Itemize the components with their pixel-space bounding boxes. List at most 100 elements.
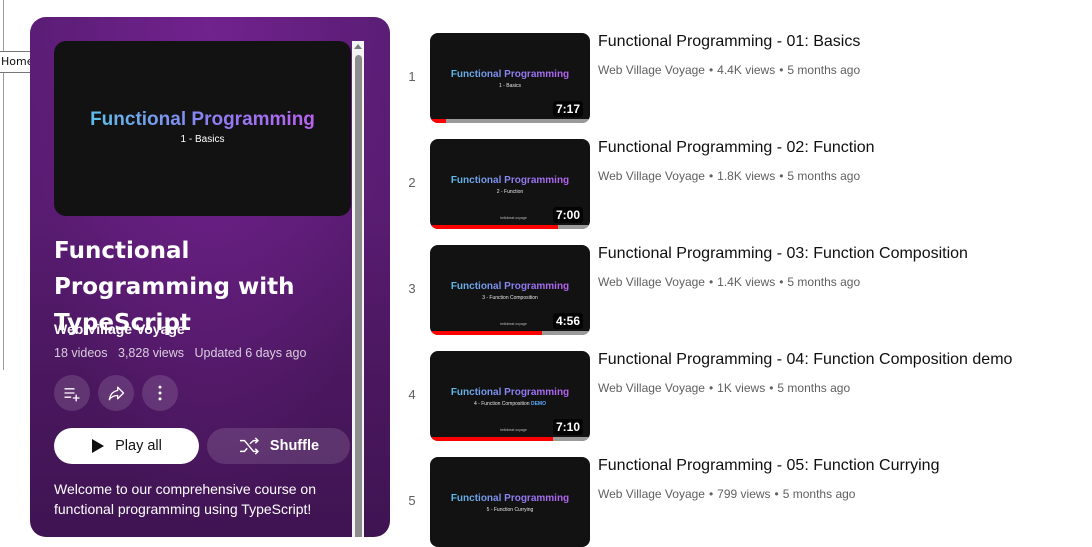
meta-separator: •	[708, 487, 714, 501]
thumbnail-subtitle-accent: DEMO	[530, 401, 546, 407]
video-thumbnail[interactable]: Functional Programming 5 - Function Curr…	[430, 457, 590, 547]
video-age: 5 months ago	[787, 169, 861, 183]
share-icon	[108, 386, 125, 401]
thumbnail-title: Functional Programming	[430, 281, 590, 292]
video-channel-link[interactable]: Web Village Voyage	[598, 63, 705, 77]
video-age: 5 months ago	[787, 275, 861, 289]
video-channel-link[interactable]: Web Village Voyage	[598, 381, 705, 395]
watch-progress-bar	[430, 119, 590, 123]
video-index: 1	[408, 69, 416, 84]
meta-separator: •	[779, 275, 784, 289]
video-meta: Web Village Voyage • 1.4K views • 5 months a…	[598, 275, 860, 289]
updated-date: Updated 6 days ago	[194, 346, 307, 360]
thumbnail-title: Functional Programming	[430, 387, 590, 398]
share-button[interactable]	[98, 375, 134, 411]
thumbnail-subtitle-text: 3 - Function Composition	[482, 295, 538, 301]
play-icon	[92, 439, 105, 453]
thumbnail-watermark: hellobeat-voyage	[500, 216, 527, 220]
thumbnail-subtitle-text: 2 - Function	[496, 189, 524, 195]
video-views: 1.4K views	[717, 275, 776, 289]
meta-separator: •	[769, 381, 774, 395]
play-all-button[interactable]: Play all	[54, 428, 199, 464]
thumbnail-title: Functional Programming	[430, 175, 590, 186]
more-options-button[interactable]	[142, 375, 178, 411]
thumbnail-subtitle: 5 - Function Currying	[430, 507, 590, 513]
video-meta: Web Village Voyage • 1K views • 5 months ago	[598, 381, 850, 395]
video-duration: 4:56	[552, 313, 583, 329]
video-count: 18 videos	[54, 346, 108, 360]
playlist-thumbnail[interactable]: Functional Programming 1 - Basics	[54, 41, 351, 216]
watch-progress-bar	[430, 437, 590, 441]
thumbnail-subtitle: 4 - Function Composition DEMO	[430, 401, 590, 407]
video-title[interactable]: Functional Programming - 03: Function Co…	[598, 245, 968, 263]
video-title[interactable]: Functional Programming - 04: Function Co…	[598, 351, 1012, 369]
playlist-video-item[interactable]: 4 Functional Programming 4 - Function Co…	[400, 351, 1080, 441]
video-views: 1.8K views	[717, 169, 776, 183]
video-thumbnail[interactable]: Functional Programming 3 - Function Comp…	[430, 245, 590, 335]
shuffle-button[interactable]: Shuffle	[207, 428, 350, 464]
watch-progress-fill	[430, 119, 446, 123]
video-index: 3	[408, 281, 416, 296]
meta-separator: •	[708, 381, 714, 395]
scrollbar-thumb[interactable]	[355, 55, 362, 537]
watch-progress-fill	[430, 225, 558, 229]
video-views: 4.4K views	[717, 63, 776, 77]
video-meta: Web Village Voyage • 799 views • 5 months ag…	[598, 487, 855, 501]
meta-separator: •	[708, 63, 714, 77]
video-channel-link[interactable]: Web Village Voyage	[598, 487, 705, 501]
video-views: 799 views	[717, 487, 771, 501]
playlist-video-item[interactable]: 2 Functional Programming 2 - Function he…	[400, 139, 1080, 229]
video-index: 4	[408, 387, 416, 402]
playlist-video-item[interactable]: 1 Functional Programming 1 - Basics 7:17…	[400, 33, 1080, 123]
video-thumbnail[interactable]: Functional Programming 4 - Function Comp…	[430, 351, 590, 441]
video-index: 2	[408, 175, 416, 190]
thumbnail-subtitle: 1 - Basics	[430, 83, 590, 89]
video-meta: Web Village Voyage • 1.8K views • 5 months a…	[598, 169, 860, 183]
playlist-stats: 18 videos 3,828 views Updated 6 days ago	[54, 346, 313, 360]
shuffle-icon	[239, 437, 259, 455]
video-title[interactable]: Functional Programming - 02: Function	[598, 139, 875, 157]
thumbnail-subtitle-text: 4 - Function Composition	[474, 401, 530, 407]
video-age: 5 months ago	[787, 63, 861, 77]
meta-separator: •	[779, 63, 784, 77]
playlist-channel-link[interactable]: Web Village Voyage	[54, 321, 185, 337]
thumbnail-watermark: hellobeat-voyage	[500, 428, 527, 432]
video-channel-link[interactable]: Web Village Voyage	[598, 169, 705, 183]
view-count: 3,828 views	[118, 346, 185, 360]
video-duration: 7:10	[552, 419, 583, 435]
video-age: 5 months ago	[782, 487, 856, 501]
video-title[interactable]: Functional Programming - 01: Basics	[598, 33, 860, 51]
video-channel-link[interactable]: Web Village Voyage	[598, 275, 705, 289]
watch-progress-bar	[430, 225, 590, 229]
scroll-up-arrow-icon[interactable]	[354, 44, 362, 49]
thumbnail-subtitle: 1 - Basics	[180, 134, 225, 145]
thumbnail-title: Functional Programming	[54, 109, 351, 131]
thumbnail-title: Functional Programming	[430, 69, 590, 80]
watch-progress-fill	[430, 437, 554, 441]
more-options-icon	[158, 385, 162, 401]
video-age: 5 months ago	[777, 381, 851, 395]
video-views: 1K views	[717, 381, 766, 395]
save-to-playlist-icon	[64, 388, 80, 402]
shuffle-label: Shuffle	[269, 438, 320, 454]
meta-separator: •	[774, 487, 779, 501]
watch-progress-fill	[430, 331, 542, 335]
video-duration: 7:17	[552, 101, 583, 117]
thumbnail-watermark: hellobeat-voyage	[500, 322, 527, 326]
video-index: 5	[408, 493, 416, 508]
play-all-label: Play all	[115, 438, 162, 454]
playlist-description: Welcome to our comprehensive course on f…	[54, 481, 316, 517]
playlist-video-item[interactable]: 3 Functional Programming 3 - Function Co…	[400, 245, 1080, 335]
meta-separator: •	[779, 169, 784, 183]
video-thumbnail[interactable]: Functional Programming 1 - Basics 7:17	[430, 33, 590, 123]
video-thumbnail[interactable]: Functional Programming 2 - Function hell…	[430, 139, 590, 229]
thumbnail-subtitle-text: 1 - Basics	[499, 83, 521, 89]
meta-separator: •	[708, 169, 714, 183]
save-to-playlist-button[interactable]	[54, 375, 90, 411]
video-title[interactable]: Functional Programming - 05: Function Cu…	[598, 457, 939, 475]
video-meta: Web Village Voyage • 4.4K views • 5 months a…	[598, 63, 860, 77]
video-duration: 7:00	[552, 207, 583, 223]
meta-separator: •	[708, 275, 714, 289]
thumbnail-subtitle-text: 5 - Function Currying	[486, 507, 534, 513]
playlist-video-item[interactable]: 5 Functional Programming 5 - Function Cu…	[400, 457, 1080, 547]
